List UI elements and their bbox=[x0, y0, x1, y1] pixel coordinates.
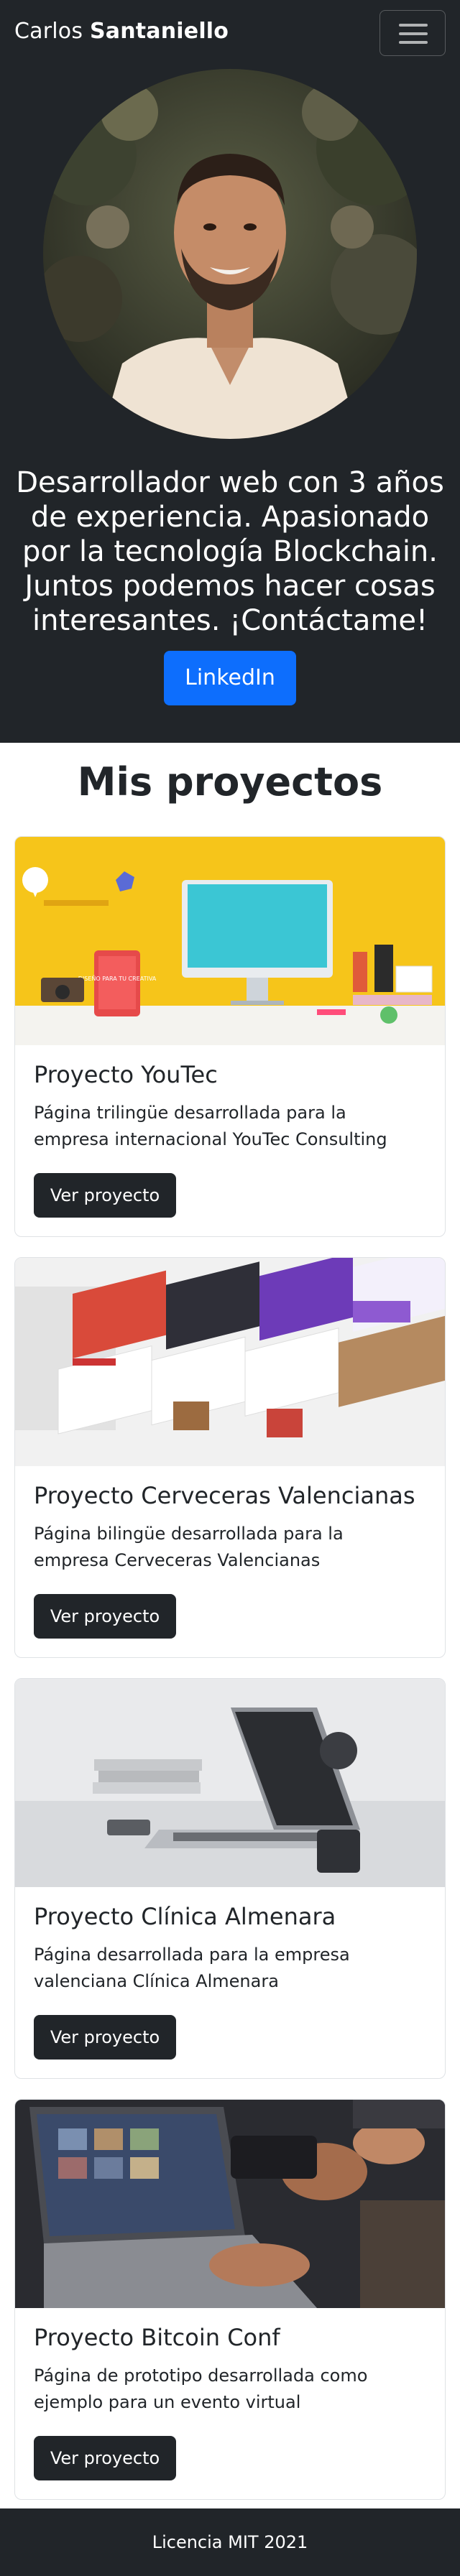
hero-description: Desarrollador web con 3 años de experien… bbox=[16, 466, 444, 637]
project-card: Proyecto Clínica Almenara Página desarro… bbox=[14, 1678, 446, 2079]
hero-section: Desarrollador web con 3 años de experien… bbox=[0, 68, 460, 743]
project-image-bitcoin bbox=[15, 2100, 445, 2308]
view-project-button[interactable]: Ver proyecto bbox=[34, 2015, 176, 2060]
view-project-button[interactable]: Ver proyecto bbox=[34, 1594, 176, 1639]
linkedin-button[interactable]: LinkedIn bbox=[164, 651, 296, 705]
menu-toggle-button[interactable] bbox=[380, 10, 446, 56]
project-description: Página de prototipo desarrollada como ej… bbox=[34, 2366, 368, 2412]
tablet-screen-text: DISEÑO PARA TU CREATIVA bbox=[78, 975, 157, 982]
profile-photo bbox=[43, 69, 417, 439]
view-project-button[interactable]: Ver proyecto bbox=[34, 2436, 176, 2480]
project-card: DISEÑO PARA TU CREATIVA Proyecto YouTec … bbox=[14, 836, 446, 1237]
footer-license-text: Licencia MIT 2021 bbox=[152, 2532, 308, 2552]
view-project-button[interactable]: Ver proyecto bbox=[34, 1173, 176, 1218]
brand-link[interactable]: Carlos Santaniello bbox=[14, 19, 229, 44]
brand-last-name: Santaniello bbox=[89, 19, 229, 44]
project-title: Proyecto YouTec bbox=[34, 1061, 218, 1088]
project-image-youtec: DISEÑO PARA TU CREATIVA bbox=[15, 837, 445, 1045]
footer: Licencia MIT 2021 bbox=[0, 2508, 460, 2576]
projects-title: Mis proyectos bbox=[77, 759, 383, 805]
navbar: Carlos Santaniello bbox=[0, 0, 460, 68]
project-image-clinica bbox=[15, 1679, 445, 1887]
project-card: Proyecto Bitcoin Conf Página de prototip… bbox=[14, 2099, 446, 2500]
project-description: Página desarrollada para la empresa vale… bbox=[34, 1945, 350, 1991]
project-description: Página trilingüe desarrollada para la em… bbox=[34, 1103, 387, 1149]
project-image-cerveceras bbox=[15, 1258, 445, 1466]
project-description: Página bilingüe desarrollada para la emp… bbox=[34, 1524, 344, 1570]
project-title: Proyecto Clínica Almenara bbox=[34, 1903, 336, 1930]
project-card: Proyecto Cerveceras Valencianas Página b… bbox=[14, 1257, 446, 1658]
project-title: Proyecto Bitcoin Conf bbox=[34, 2324, 280, 2351]
brand-first-name: Carlos bbox=[14, 19, 83, 44]
project-title: Proyecto Cerveceras Valencianas bbox=[34, 1482, 415, 1509]
